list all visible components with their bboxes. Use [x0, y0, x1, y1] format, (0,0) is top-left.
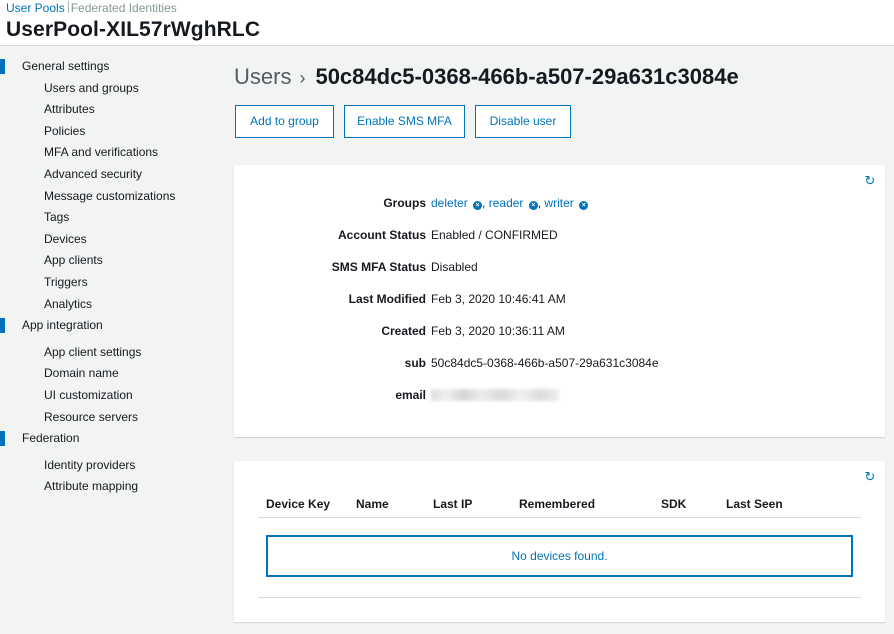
devices-table: Device Key Name Last IP Remembered SDK L… [258, 491, 861, 518]
created-label: Created [381, 324, 426, 338]
account-status-value: Enabled / CONFIRMED [431, 228, 558, 242]
sidebar-nav: General settings Users and groups Attrib… [0, 56, 215, 498]
sms-mfa-value: Disabled [431, 260, 478, 274]
created-value: Feb 3, 2020 10:36:11 AM [431, 324, 565, 338]
column-last-seen[interactable]: Last Seen [726, 491, 861, 518]
users-breadcrumb[interactable]: Users [234, 64, 291, 89]
sidebar-item-app-clients[interactable]: App clients [0, 250, 215, 272]
user-details-panel: ↻ Groups deleter ×, reader ×, writer × A… [234, 165, 885, 437]
sidebar-item-triggers[interactable]: Triggers [0, 272, 215, 294]
page-title: Users › 50c84dc5-0368-466b-a507-29a631c308… [234, 64, 739, 90]
sidebar-item-identity-providers[interactable]: Identity providers [0, 455, 215, 477]
redacted-email [431, 389, 559, 401]
chevron-right-icon: › [299, 68, 306, 88]
last-modified-row: Last Modified Feb 3, 2020 10:46:41 AM [234, 289, 884, 309]
created-row: Created Feb 3, 2020 10:36:11 AM [234, 321, 884, 341]
remove-circle-icon[interactable]: × [528, 201, 538, 210]
disable-user-button[interactable]: Disable user [475, 105, 571, 138]
remove-circle-icon[interactable]: × [579, 201, 589, 210]
column-remembered[interactable]: Remembered [519, 491, 661, 518]
sidebar-section-app-integration[interactable]: App integration [0, 315, 215, 337]
sidebar-item-ui-customization[interactable]: UI customization [0, 385, 215, 407]
sidebar-item-app-client-settings[interactable]: App client settings [0, 342, 215, 364]
add-to-group-button[interactable]: Add to group [235, 105, 334, 138]
account-status-row: Account Status Enabled / CONFIRMED [234, 225, 884, 245]
sidebar-item-devices[interactable]: Devices [0, 229, 215, 251]
sidebar-item-analytics[interactable]: Analytics [0, 294, 215, 316]
sidebar-section-general-settings[interactable]: General settings [0, 56, 215, 78]
breadcrumb: User Pools Federated Identities [6, 1, 177, 15]
sidebar-item-mfa[interactable]: MFA and verifications [0, 142, 215, 164]
sub-row: sub 50c84dc5-0368-466b-a507-29a631c3084e [234, 353, 884, 373]
sidebar-item-attribute-mapping[interactable]: Attribute mapping [0, 476, 215, 498]
sidebar-item-domain-name[interactable]: Domain name [0, 363, 215, 385]
user-pools-link[interactable]: User Pools [6, 1, 65, 15]
federated-identities-link[interactable]: Federated Identities [71, 1, 177, 15]
sidebar-item-users-and-groups[interactable]: Users and groups [0, 78, 215, 100]
column-device-key[interactable]: Device Key [258, 491, 356, 518]
group-link-deleter[interactable]: deleter [431, 196, 468, 210]
breadcrumb-separator [67, 1, 69, 13]
groups-value: deleter ×, reader ×, writer × [431, 193, 589, 213]
group-link-writer[interactable]: writer [544, 196, 573, 210]
section-marker [0, 431, 5, 447]
sidebar-item-advanced-security[interactable]: Advanced security [0, 164, 215, 186]
refresh-icon[interactable]: ↻ [863, 174, 877, 188]
column-sdk[interactable]: SDK [661, 491, 726, 518]
user-id-title: 50c84dc5-0368-466b-a507-29a631c3084e [315, 64, 739, 89]
table-bottom-divider [258, 597, 861, 598]
refresh-icon[interactable]: ↻ [863, 470, 877, 484]
last-modified-label: Last Modified [348, 292, 426, 306]
sidebar-item-policies[interactable]: Policies [0, 121, 215, 143]
sidebar-item-message-customizations[interactable]: Message customizations [0, 186, 215, 208]
sms-mfa-label: SMS MFA Status [331, 260, 426, 274]
sidebar-item-attributes[interactable]: Attributes [0, 99, 215, 121]
sidebar-section-federation[interactable]: Federation [0, 428, 215, 450]
groups-row: Groups deleter ×, reader ×, writer × [234, 193, 884, 213]
column-name[interactable]: Name [356, 491, 433, 518]
pool-title: UserPool-XIL57rWghRLC [6, 18, 261, 41]
account-status-label: Account Status [337, 228, 426, 242]
sidebar-item-tags[interactable]: Tags [0, 207, 215, 229]
section-marker [0, 59, 5, 74]
group-link-reader[interactable]: reader [489, 196, 524, 210]
email-value-redacted [431, 385, 559, 405]
sidebar-item-resource-servers[interactable]: Resource servers [0, 407, 215, 429]
email-label: email [395, 388, 426, 402]
sub-label: sub [404, 356, 426, 370]
enable-sms-mfa-button[interactable]: Enable SMS MFA [344, 105, 465, 138]
empty-state: No devices found. [266, 535, 853, 577]
devices-panel: ↻ Device Key Name Last IP Remembered SDK… [234, 461, 885, 622]
sub-value: 50c84dc5-0368-466b-a507-29a631c3084e [431, 356, 659, 370]
column-last-ip[interactable]: Last IP [433, 491, 519, 518]
last-modified-value: Feb 3, 2020 10:46:41 AM [431, 292, 566, 306]
top-bar: User Pools Federated Identities UserPool-… [0, 0, 894, 46]
sms-mfa-row: SMS MFA Status Disabled [234, 257, 884, 277]
section-marker [0, 318, 5, 334]
email-row: email [234, 385, 884, 405]
groups-label: Groups [383, 196, 426, 210]
remove-circle-icon[interactable]: × [473, 201, 483, 210]
